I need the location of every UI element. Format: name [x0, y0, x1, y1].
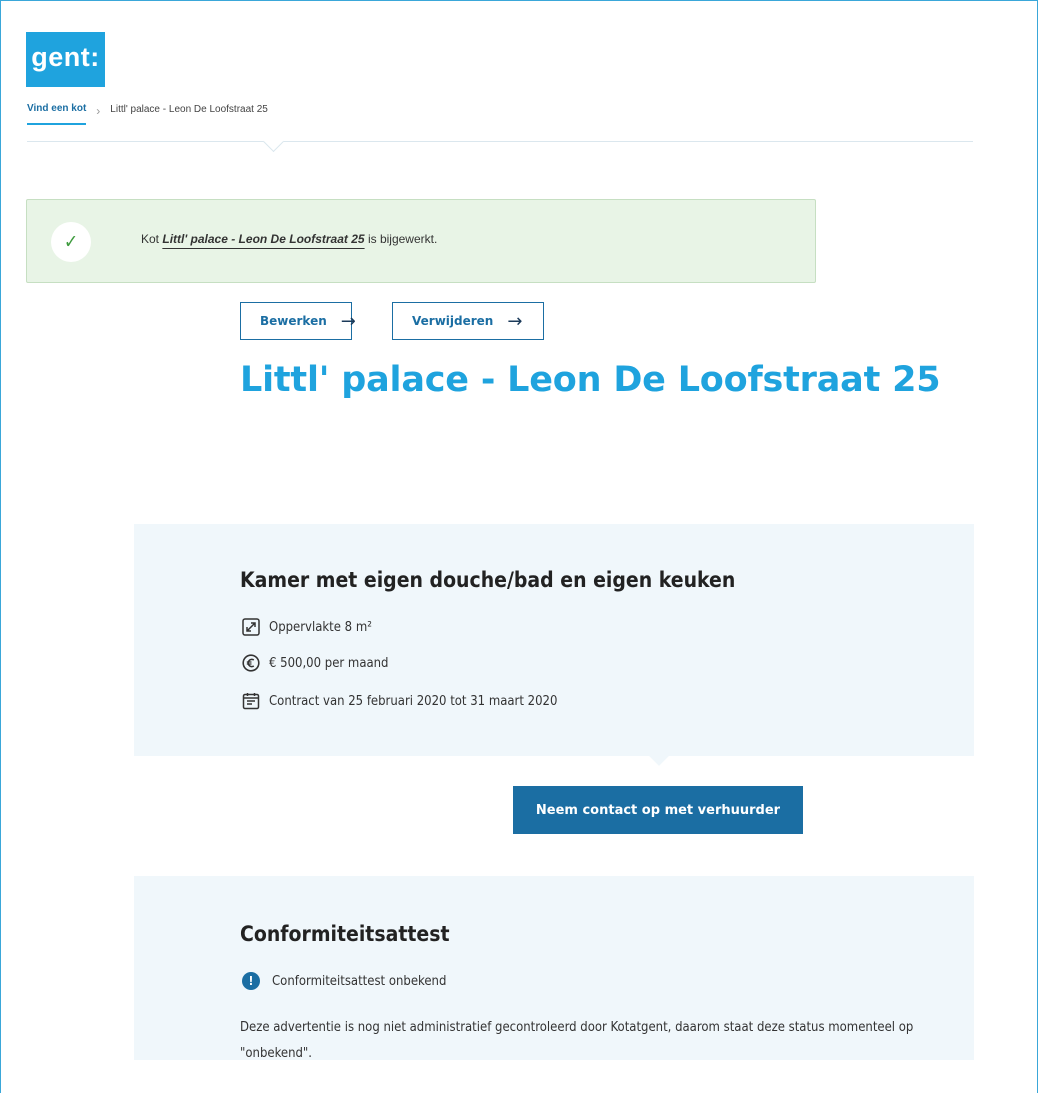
alert-message: Kot Littl' palace - Leon De Loofstraat 2…: [141, 232, 437, 246]
certificate-heading: Conformiteitsattest: [240, 922, 450, 946]
feature-surface-text: Oppervlakte 8 m²: [269, 619, 372, 635]
breadcrumb: Vind een kot › Littl' palace - Leon De L…: [27, 103, 268, 125]
alert-suffix: is bijgewerkt.: [367, 232, 438, 246]
feature-price-text: € 500,00 per maand: [269, 655, 389, 671]
breadcrumb-link-vind-een-kot[interactable]: Vind een kot: [27, 103, 87, 125]
alert-listing-link[interactable]: Littl' palace - Leon De Loofstraat 25: [162, 232, 364, 246]
arrow-right-icon: →: [340, 310, 356, 332]
contact-landlord-button[interactable]: Neem contact op met verhuurder: [513, 786, 803, 834]
info-icon: !: [242, 972, 260, 990]
room-type-heading: Kamer met eigen douche/bad en eigen keuk…: [240, 568, 736, 592]
euro-icon: [242, 654, 260, 672]
gent-logo[interactable]: gent:: [26, 32, 105, 87]
header-divider: [27, 141, 973, 142]
feature-price: € 500,00 per maand: [242, 654, 389, 672]
delete-button-label: Verwijderen: [412, 314, 494, 328]
chevron-right-icon: ›: [96, 103, 101, 118]
alert-prefix: Kot: [141, 232, 160, 246]
feature-surface: Oppervlakte 8 m²: [242, 618, 372, 636]
certificate-status-text: Conformiteitsattest onbekend: [272, 973, 447, 989]
certificate-description: Deze advertentie is nog niet administrat…: [240, 1020, 914, 1061]
success-alert: ✓ Kot Littl' palace - Leon De Loofstraat…: [26, 199, 816, 283]
certificate-panel: Conformiteitsattest ! Conformiteitsattes…: [134, 876, 974, 1061]
check-icon: ✓: [51, 222, 91, 262]
feature-contract: Contract van 25 februari 2020 tot 31 maa…: [242, 692, 557, 710]
delete-button[interactable]: Verwijderen →: [392, 302, 544, 340]
arrow-right-icon: →: [507, 310, 523, 332]
edit-button-label: Bewerken: [260, 314, 327, 328]
certificate-status: ! Conformiteitsattest onbekend: [242, 972, 446, 990]
breadcrumb-current: Littl' palace - Leon De Loofstraat 25: [110, 104, 268, 115]
feature-contract-text: Contract van 25 februari 2020 tot 31 maa…: [269, 693, 558, 709]
calendar-icon: [242, 692, 260, 710]
page-title: Littl' palace - Leon De Loofstraat 25: [240, 360, 941, 400]
expand-arrows-icon: [242, 618, 260, 636]
edit-button[interactable]: Bewerken →: [240, 302, 356, 340]
listing-summary-panel: Kamer met eigen douche/bad en eigen keuk…: [134, 524, 974, 756]
